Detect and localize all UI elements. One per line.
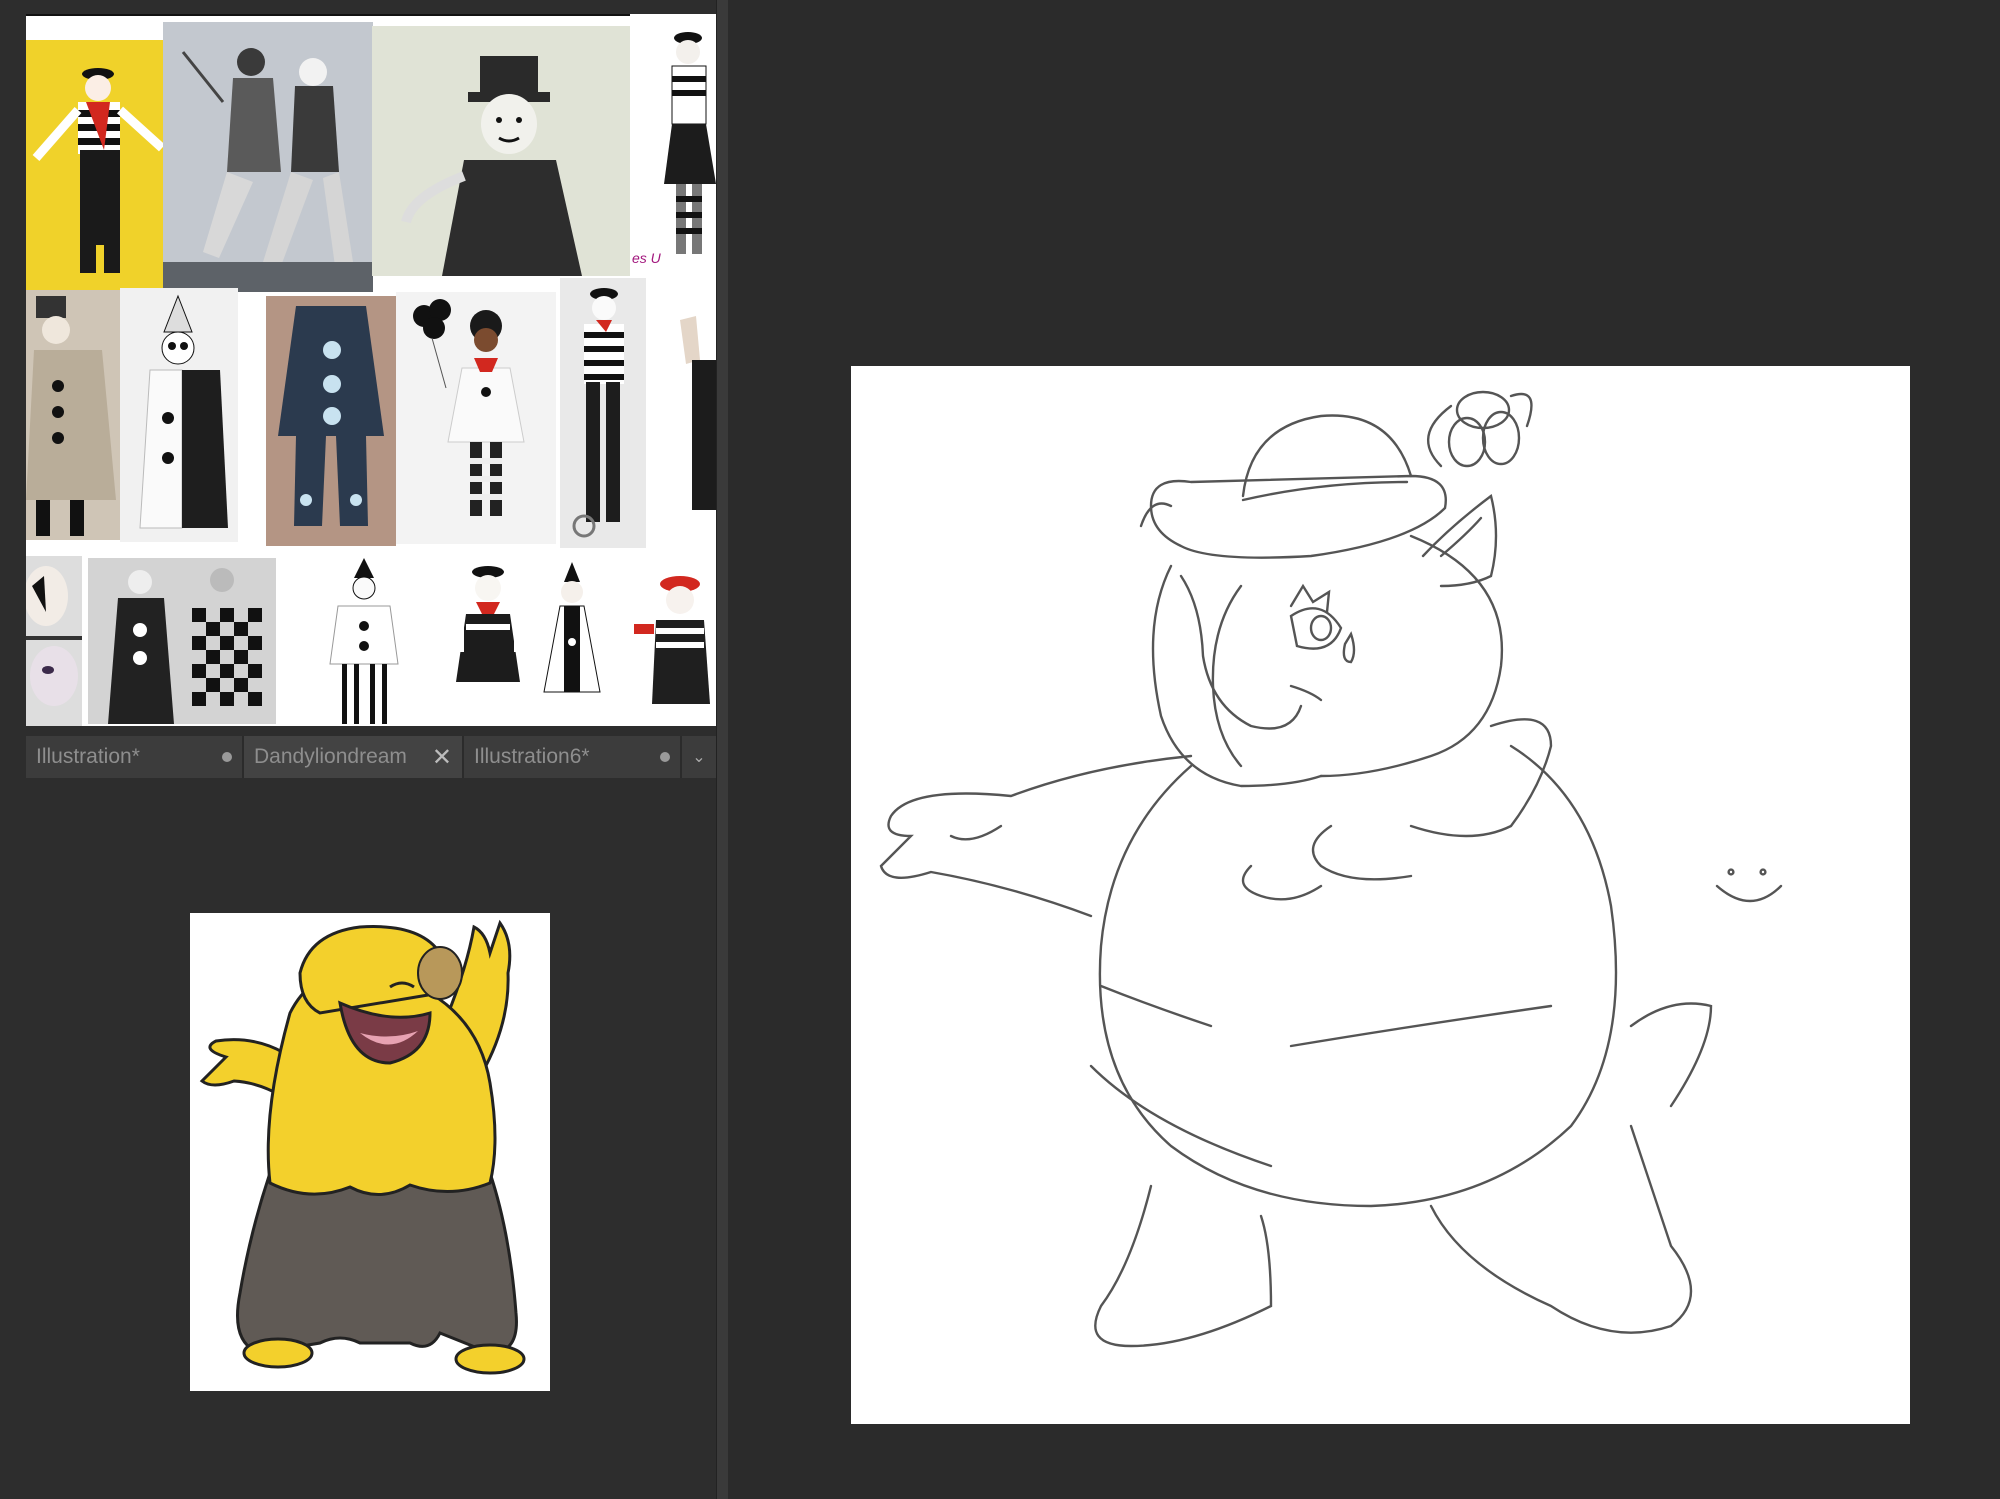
watermark-text: es U	[632, 250, 661, 266]
ref-pierrot-striped[interactable]	[302, 554, 442, 726]
ref-clown-balloons[interactable]	[396, 292, 556, 544]
collage-top-border	[26, 14, 706, 16]
ref-pierrot-duo[interactable]	[163, 22, 373, 292]
document-tab-bar: Illustration* Dandyliondream ✕ Illustrat…	[26, 736, 716, 778]
reference-pane: es U Illustration* Dandyliondream ✕ Illu…	[0, 0, 716, 1499]
tab-dandyliondream[interactable]: Dandyliondream ✕	[244, 736, 464, 778]
drawing-canvas[interactable]	[851, 366, 1910, 1424]
tab-label: Illustration6*	[474, 745, 590, 768]
unsaved-dot-icon	[660, 752, 670, 762]
reference-collage[interactable]: es U	[26, 14, 716, 726]
ref-pierrot-beige[interactable]	[26, 290, 120, 540]
ref-mime-suspenders[interactable]	[560, 278, 646, 548]
ref-mime-red-beret[interactable]	[616, 564, 716, 726]
ref-mime-hat-portrait[interactable]	[372, 26, 630, 276]
ref-mime-striped-dress[interactable]: es U	[630, 14, 716, 284]
unsaved-dot-icon	[222, 752, 232, 762]
ref-mime-red-scarf[interactable]	[444, 562, 534, 726]
tab-illustration6[interactable]: Illustration6*	[464, 736, 682, 778]
tab-label: Dandyliondream	[254, 745, 407, 768]
close-icon[interactable]: ✕	[432, 743, 452, 772]
ref-sad-face-makeup[interactable]	[26, 556, 82, 726]
canvas-workspace	[728, 0, 2000, 1499]
ref-harlequin-photo[interactable]	[88, 558, 276, 724]
ref-pierrot-black-white[interactable]	[120, 288, 238, 542]
reference-drowzee-image[interactable]	[190, 913, 550, 1391]
chevron-down-icon[interactable]: ⌄	[682, 736, 716, 778]
ref-pierrot-navy-costume[interactable]	[266, 296, 396, 546]
tab-illustration[interactable]: Illustration*	[26, 736, 244, 778]
ref-partial-figure[interactable]	[646, 280, 716, 542]
ref-harlequin-dress[interactable]	[534, 562, 614, 726]
tab-label: Illustration*	[36, 745, 140, 768]
ref-mime-yellow[interactable]	[26, 40, 174, 290]
